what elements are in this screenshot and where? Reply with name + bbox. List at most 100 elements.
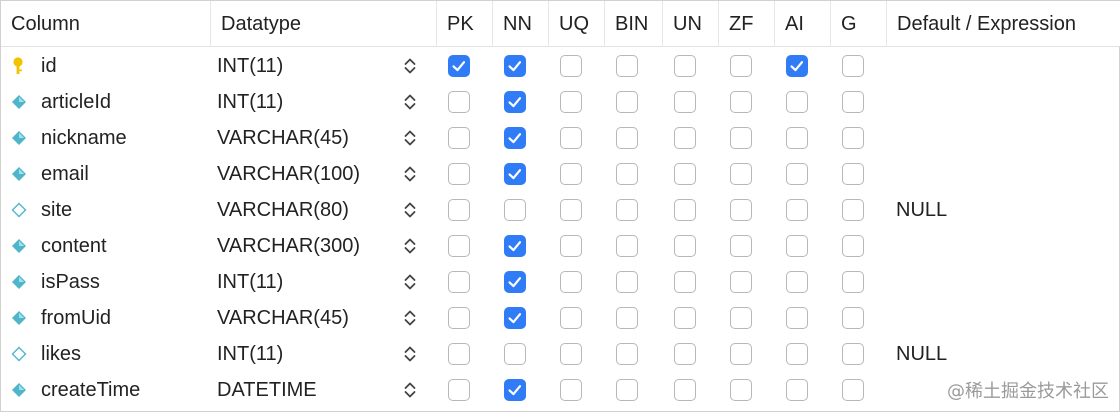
g-checkbox[interactable] (842, 199, 864, 221)
nn-checkbox[interactable] (504, 307, 526, 329)
header-g[interactable]: G (831, 1, 887, 47)
datatype-dropdown-chevron-icon[interactable] (402, 236, 418, 256)
bin-checkbox[interactable] (616, 163, 638, 185)
header-default[interactable]: Default / Expression (887, 1, 1120, 47)
pk-checkbox[interactable] (448, 127, 470, 149)
nn-checkbox[interactable] (504, 199, 526, 221)
uq-checkbox[interactable] (560, 235, 582, 257)
default-expression-cell[interactable]: NULL (896, 192, 947, 228)
nn-checkbox[interactable] (504, 163, 526, 185)
zf-checkbox[interactable] (730, 271, 752, 293)
zf-checkbox[interactable] (730, 235, 752, 257)
nn-checkbox[interactable] (504, 343, 526, 365)
zf-checkbox[interactable] (730, 379, 752, 401)
uq-checkbox[interactable] (560, 91, 582, 113)
column-name-cell[interactable]: nickname (41, 120, 127, 156)
pk-checkbox[interactable] (448, 55, 470, 77)
pk-checkbox[interactable] (448, 163, 470, 185)
header-uq[interactable]: UQ (549, 1, 605, 47)
header-pk[interactable]: PK (437, 1, 493, 47)
datatype-dropdown-chevron-icon[interactable] (402, 200, 418, 220)
column-name-cell[interactable]: site (41, 192, 72, 228)
ai-checkbox[interactable] (786, 307, 808, 329)
ai-checkbox[interactable] (786, 199, 808, 221)
uq-checkbox[interactable] (560, 127, 582, 149)
datatype-dropdown-chevron-icon[interactable] (402, 92, 418, 112)
pk-checkbox[interactable] (448, 91, 470, 113)
uq-checkbox[interactable] (560, 199, 582, 221)
datatype-cell[interactable]: INT(11) (217, 336, 283, 372)
un-checkbox[interactable] (674, 235, 696, 257)
table-row[interactable]: likes INT(11) NULL (1, 336, 1120, 372)
default-expression-cell[interactable]: NULL (896, 336, 947, 372)
un-checkbox[interactable] (674, 199, 696, 221)
bin-checkbox[interactable] (616, 307, 638, 329)
uq-checkbox[interactable] (560, 379, 582, 401)
datatype-dropdown-chevron-icon[interactable] (402, 308, 418, 328)
un-checkbox[interactable] (674, 379, 696, 401)
bin-checkbox[interactable] (616, 271, 638, 293)
datatype-dropdown-chevron-icon[interactable] (402, 56, 418, 76)
table-row[interactable]: nickname VARCHAR(45) (1, 120, 1120, 156)
column-name-cell[interactable]: fromUid (41, 300, 111, 336)
datatype-dropdown-chevron-icon[interactable] (402, 272, 418, 292)
g-checkbox[interactable] (842, 55, 864, 77)
header-bin[interactable]: BIN (605, 1, 663, 47)
zf-checkbox[interactable] (730, 55, 752, 77)
table-row[interactable]: id INT(11) (1, 48, 1120, 84)
datatype-dropdown-chevron-icon[interactable] (402, 164, 418, 184)
header-column[interactable]: Column (1, 1, 211, 47)
header-zf[interactable]: ZF (719, 1, 775, 47)
ai-checkbox[interactable] (786, 379, 808, 401)
zf-checkbox[interactable] (730, 127, 752, 149)
un-checkbox[interactable] (674, 127, 696, 149)
g-checkbox[interactable] (842, 163, 864, 185)
ai-checkbox[interactable] (786, 91, 808, 113)
zf-checkbox[interactable] (730, 199, 752, 221)
g-checkbox[interactable] (842, 271, 864, 293)
column-name-cell[interactable]: email (41, 156, 89, 192)
nn-checkbox[interactable] (504, 55, 526, 77)
header-un[interactable]: UN (663, 1, 719, 47)
g-checkbox[interactable] (842, 343, 864, 365)
ai-checkbox[interactable] (786, 55, 808, 77)
uq-checkbox[interactable] (560, 271, 582, 293)
table-row[interactable]: content VARCHAR(300) (1, 228, 1120, 264)
table-row[interactable]: isPass INT(11) (1, 264, 1120, 300)
bin-checkbox[interactable] (616, 379, 638, 401)
datatype-cell[interactable]: VARCHAR(45) (217, 300, 349, 336)
column-name-cell[interactable]: id (41, 48, 57, 84)
ai-checkbox[interactable] (786, 127, 808, 149)
zf-checkbox[interactable] (730, 91, 752, 113)
ai-checkbox[interactable] (786, 163, 808, 185)
bin-checkbox[interactable] (616, 55, 638, 77)
g-checkbox[interactable] (842, 91, 864, 113)
bin-checkbox[interactable] (616, 91, 638, 113)
header-datatype[interactable]: Datatype (211, 1, 437, 47)
column-name-cell[interactable]: likes (41, 336, 81, 372)
ai-checkbox[interactable] (786, 235, 808, 257)
table-row[interactable]: site VARCHAR(80) NULL (1, 192, 1120, 228)
datatype-cell[interactable]: VARCHAR(45) (217, 120, 349, 156)
header-nn[interactable]: NN (493, 1, 549, 47)
un-checkbox[interactable] (674, 271, 696, 293)
nn-checkbox[interactable] (504, 235, 526, 257)
table-row[interactable]: articleId INT(11) (1, 84, 1120, 120)
ai-checkbox[interactable] (786, 343, 808, 365)
pk-checkbox[interactable] (448, 199, 470, 221)
bin-checkbox[interactable] (616, 235, 638, 257)
un-checkbox[interactable] (674, 163, 696, 185)
column-name-cell[interactable]: createTime (41, 372, 140, 408)
zf-checkbox[interactable] (730, 343, 752, 365)
pk-checkbox[interactable] (448, 379, 470, 401)
datatype-cell[interactable]: VARCHAR(300) (217, 228, 360, 264)
ai-checkbox[interactable] (786, 271, 808, 293)
un-checkbox[interactable] (674, 91, 696, 113)
pk-checkbox[interactable] (448, 235, 470, 257)
datatype-cell[interactable]: INT(11) (217, 48, 283, 84)
header-ai[interactable]: AI (775, 1, 831, 47)
g-checkbox[interactable] (842, 307, 864, 329)
datatype-cell[interactable]: DATETIME (217, 372, 317, 408)
uq-checkbox[interactable] (560, 343, 582, 365)
bin-checkbox[interactable] (616, 199, 638, 221)
